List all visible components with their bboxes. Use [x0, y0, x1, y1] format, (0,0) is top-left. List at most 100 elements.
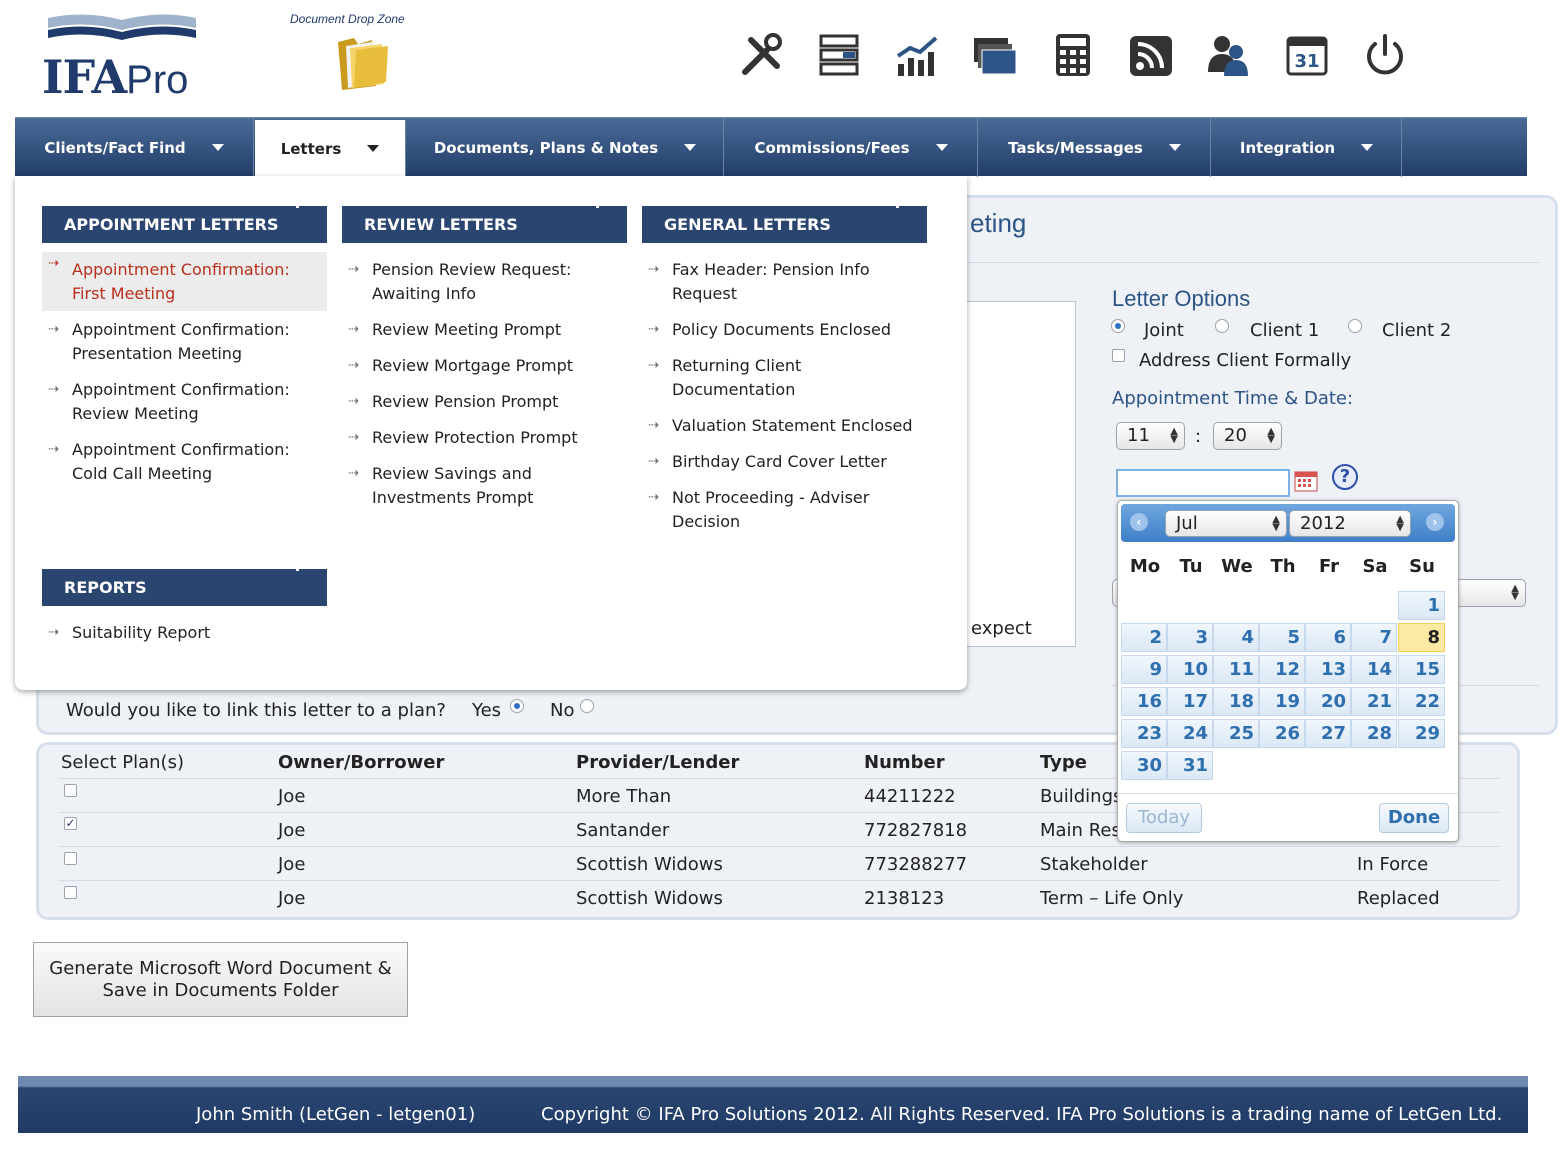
nav-letters[interactable]: Letters — [255, 120, 406, 177]
calendar-day[interactable]: 4 — [1213, 623, 1259, 652]
calculator-icon[interactable] — [1048, 30, 1098, 80]
time-separator: : — [1195, 426, 1202, 447]
tools-icon[interactable] — [737, 30, 787, 80]
calendar-day[interactable]: 25 — [1213, 719, 1259, 748]
calendar-day[interactable]: 17 — [1167, 687, 1213, 716]
joint-radio[interactable] — [1111, 319, 1125, 333]
menu-item-appointment-first-meeting[interactable]: Appointment Confirmation: First Meeting — [42, 252, 327, 311]
menu-item-appointment-presentation[interactable]: Appointment Confirmation: Presentation M… — [42, 318, 327, 366]
prev-month-icon[interactable]: ‹ — [1130, 513, 1148, 531]
nav-label: Tasks/Messages — [1008, 138, 1143, 157]
ifa-pro-logo[interactable]: IFAPro — [38, 10, 218, 104]
calendar-day[interactable]: 30 — [1121, 751, 1167, 780]
calendar-day[interactable]: 2 — [1121, 623, 1167, 652]
menu-item-appointment-review[interactable]: Appointment Confirmation: Review Meeting — [42, 378, 327, 426]
plan-checkbox[interactable] — [64, 886, 77, 899]
select-arrows-icon: ▲ ▼ — [1267, 426, 1275, 445]
calendar-day[interactable]: 24 — [1167, 719, 1213, 748]
weekday-header: Mo — [1129, 556, 1161, 577]
status-cell: Replaced — [1357, 888, 1440, 909]
button-label-line2: Save in Documents Folder — [102, 980, 339, 1001]
menu-item-not-proceeding[interactable]: Not Proceeding - Adviser Decision — [642, 486, 902, 534]
menu-item-pension-review-request[interactable]: Pension Review Request: Awaiting Info — [342, 258, 627, 306]
calendar-day[interactable]: 3 — [1167, 623, 1213, 652]
minute-select[interactable]: 20 ▲ ▼ — [1213, 422, 1282, 450]
month-select[interactable]: Jul ▲ ▼ — [1165, 510, 1287, 537]
layers-icon[interactable] — [815, 30, 865, 80]
next-month-icon[interactable]: › — [1426, 513, 1444, 531]
calendar-day[interactable]: 29 — [1398, 719, 1445, 748]
calendar-day[interactable]: 16 — [1121, 687, 1167, 716]
client1-radio[interactable] — [1215, 319, 1229, 333]
hour-select[interactable]: 11 ▲ ▼ — [1116, 422, 1185, 450]
today-button[interactable]: Today — [1126, 803, 1202, 833]
year-select[interactable]: 2012 ▲ ▼ — [1289, 510, 1411, 537]
link-no-radio[interactable] — [580, 699, 594, 713]
menu-item-valuation-statement[interactable]: Valuation Statement Enclosed — [642, 414, 927, 438]
calendar-day[interactable]: 9 — [1121, 655, 1167, 684]
help-icon[interactable]: ? — [1332, 464, 1358, 490]
money-icon[interactable] — [970, 30, 1020, 80]
menu-item-review-pension[interactable]: Review Pension Prompt — [342, 390, 627, 414]
menu-item-review-savings[interactable]: Review Savings and Investments Prompt — [342, 462, 602, 510]
nav-commissions-fees[interactable]: Commissions/Fees — [725, 118, 978, 177]
letter-body-textarea[interactable] — [967, 301, 1076, 647]
chart-icon[interactable] — [892, 30, 942, 80]
calendar-day[interactable]: 21 — [1351, 687, 1397, 716]
calendar-day[interactable]: 10 — [1167, 655, 1213, 684]
users-icon[interactable] — [1204, 30, 1254, 80]
appointment-date-input[interactable] — [1116, 469, 1290, 497]
calendar-picker-icon[interactable] — [1294, 470, 1318, 492]
link-yes-radio[interactable] — [510, 699, 524, 713]
select-arrows-icon: ▲ ▼ — [1511, 583, 1519, 602]
address-formally-checkbox[interactable] — [1112, 349, 1125, 362]
provider-cell: Scottish Widows — [576, 854, 723, 875]
menu-item-birthday-card[interactable]: Birthday Card Cover Letter — [642, 450, 927, 474]
folder-drop-zone-icon[interactable] — [332, 34, 392, 94]
menu-item-review-meeting[interactable]: Review Meeting Prompt — [342, 318, 627, 342]
client2-radio[interactable] — [1348, 319, 1362, 333]
done-button[interactable]: Done — [1379, 803, 1449, 833]
nav-integration[interactable]: Integration — [1212, 118, 1402, 177]
calendar-day[interactable]: 13 — [1305, 655, 1351, 684]
calendar-day[interactable]: 19 — [1259, 687, 1305, 716]
menu-item-fax-header[interactable]: Fax Header: Pension Info Request — [642, 258, 912, 306]
calendar-day[interactable]: 18 — [1213, 687, 1259, 716]
calendar-day[interactable]: 20 — [1305, 687, 1351, 716]
owner-cell: Joe — [278, 820, 306, 841]
calendar-day[interactable]: 5 — [1259, 623, 1305, 652]
calendar-day[interactable]: 11 — [1213, 655, 1259, 684]
plan-checkbox[interactable] — [64, 852, 77, 865]
calendar-day[interactable]: 7 — [1351, 623, 1397, 652]
nav-clients-fact-find[interactable]: Clients/Fact Find — [15, 118, 254, 177]
calendar-day[interactable]: 26 — [1259, 719, 1305, 748]
menu-item-returning-client[interactable]: Returning Client Documentation — [642, 354, 862, 402]
plan-checkbox[interactable] — [64, 784, 77, 797]
calendar-day[interactable]: 6 — [1305, 623, 1351, 652]
calendar-day[interactable]: 31 — [1167, 751, 1213, 780]
menu-item-review-mortgage[interactable]: Review Mortgage Prompt — [342, 354, 627, 378]
calendar-day[interactable]: 27 — [1305, 719, 1351, 748]
nav-tasks-messages[interactable]: Tasks/Messages — [979, 118, 1211, 177]
calendar-day[interactable]: 23 — [1121, 719, 1167, 748]
calendar-day[interactable]: 15 — [1398, 655, 1445, 684]
calendar-day[interactable]: 1 — [1398, 591, 1445, 620]
power-icon[interactable] — [1360, 30, 1410, 80]
type-cell: Buildings — [1040, 786, 1123, 807]
calendar-icon[interactable]: 31 — [1282, 30, 1332, 80]
calendar-day[interactable]: 14 — [1351, 655, 1397, 684]
calendar-day[interactable]: 8 — [1398, 623, 1445, 652]
calendar-day[interactable]: 28 — [1351, 719, 1397, 748]
divider — [1118, 793, 1458, 794]
nav-label: Letters — [280, 139, 342, 158]
menu-item-policy-documents[interactable]: Policy Documents Enclosed — [642, 318, 927, 342]
rss-icon[interactable] — [1126, 30, 1176, 80]
nav-documents-plans-notes[interactable]: Documents, Plans & Notes — [407, 118, 724, 177]
menu-item-suitability-report[interactable]: Suitability Report — [42, 621, 327, 645]
calendar-day[interactable]: 22 — [1398, 687, 1445, 716]
menu-item-appointment-cold-call[interactable]: Appointment Confirmation: Cold Call Meet… — [42, 438, 327, 486]
calendar-day[interactable]: 12 — [1259, 655, 1305, 684]
plan-checkbox[interactable]: ✓ — [64, 817, 77, 830]
menu-item-review-protection[interactable]: Review Protection Prompt — [342, 426, 627, 450]
generate-word-document-button[interactable]: Generate Microsoft Word Document & Save … — [33, 942, 408, 1017]
